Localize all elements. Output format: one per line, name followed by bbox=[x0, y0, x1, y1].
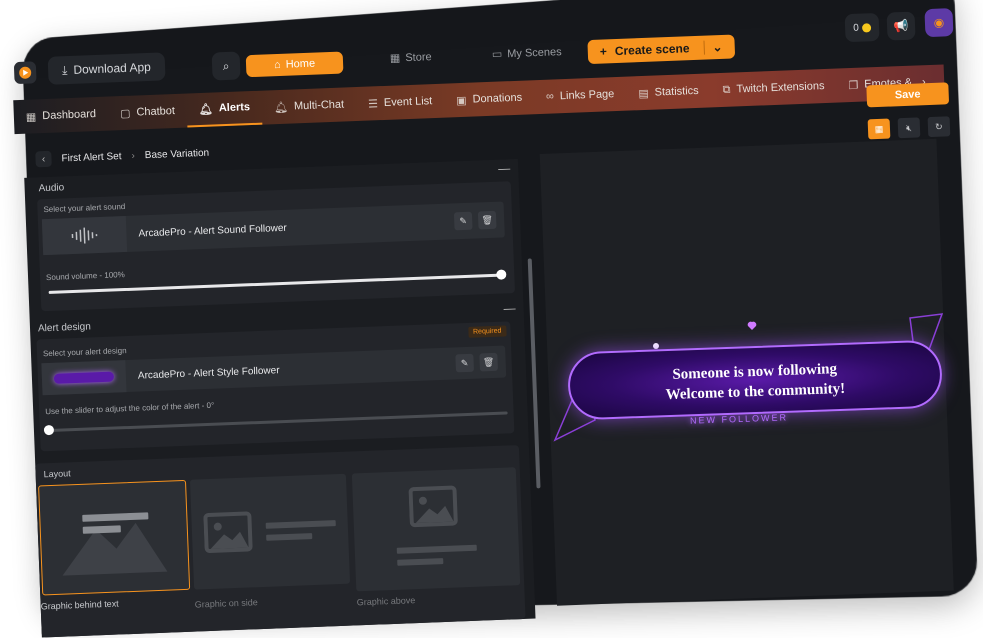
color-slider[interactable] bbox=[47, 411, 508, 433]
breadcrumb-parent[interactable]: First Alert Set bbox=[61, 151, 121, 164]
design-section-title: Alert design bbox=[37, 321, 92, 335]
folder-icon: ▭ bbox=[491, 48, 503, 61]
edit-sound-button[interactable]: ✎ bbox=[453, 211, 473, 231]
grid-icon: ▦ bbox=[874, 123, 884, 134]
layout-option-above[interactable] bbox=[351, 467, 521, 592]
image-icon bbox=[203, 511, 253, 553]
store-icon: ▦ bbox=[389, 52, 401, 65]
trash-icon: 🗑︎ bbox=[481, 214, 494, 225]
tab-alerts[interactable]: 🔔︎ Alerts bbox=[186, 90, 263, 128]
replay-button[interactable]: ↻ bbox=[927, 116, 951, 138]
chat-icon: ▢ bbox=[119, 107, 131, 120]
coin-icon bbox=[861, 22, 872, 33]
tab-twitch-extensions[interactable]: ⧉ Twitch Extensions bbox=[710, 69, 837, 108]
breadcrumb: ‹ First Alert Set › Base Variation bbox=[35, 145, 209, 168]
chevron-right-icon: › bbox=[131, 150, 136, 162]
pencil-icon: ✎ bbox=[460, 357, 469, 368]
avatar-icon: ◉ bbox=[933, 15, 945, 30]
create-scene-button[interactable]: + Create scene ⌄ bbox=[587, 34, 735, 65]
download-icon: ⤓ bbox=[61, 62, 68, 77]
tab-donations[interactable]: ▣ Donations bbox=[444, 80, 535, 117]
tab-multi-chat[interactable]: 🔔︎ Multi-Chat bbox=[261, 87, 356, 125]
plus-icon: + bbox=[599, 44, 608, 59]
stage: ⤓ Download App ⌕ ⌂ Home ▦ Store ▭ My Scenes… bbox=[0, 0, 983, 638]
copy-icon: ❐ bbox=[848, 79, 859, 92]
color-slider-handle[interactable] bbox=[43, 424, 55, 436]
tab-event-list[interactable]: ☰ Event List bbox=[355, 84, 444, 121]
search-button[interactable]: ⌕ bbox=[211, 51, 241, 81]
alert-preview: Someone is now following Welcome to the … bbox=[566, 339, 944, 421]
replay-icon: ↻ bbox=[934, 121, 943, 132]
mountain-icon bbox=[62, 522, 168, 576]
collapse-icon[interactable]: — bbox=[498, 161, 511, 175]
mute-button[interactable]: 🔇︎ bbox=[897, 117, 921, 139]
store-link[interactable]: ▦ Store bbox=[390, 50, 432, 65]
design-thumbnail bbox=[41, 360, 127, 396]
chart-icon: ▤ bbox=[638, 87, 649, 100]
pencil-icon: ✎ bbox=[459, 215, 468, 226]
coins-balance[interactable]: 0 bbox=[844, 12, 880, 43]
delete-sound-button[interactable]: 🗑︎ bbox=[477, 210, 497, 230]
download-app-button[interactable]: ⤓ Download App bbox=[47, 52, 166, 85]
scrollbar[interactable] bbox=[527, 258, 541, 489]
bell-icon: 🔔︎ bbox=[198, 103, 214, 116]
collapse-icon[interactable]: — bbox=[503, 301, 516, 315]
save-button[interactable]: Save bbox=[866, 82, 950, 108]
grid-icon: ▦ bbox=[25, 110, 37, 124]
home-icon: ⌂ bbox=[273, 58, 281, 72]
back-icon[interactable]: ‹ bbox=[35, 150, 52, 168]
puzzle-icon: ⧉ bbox=[722, 83, 731, 96]
audio-panel: Select your alert sound ArcadePro - Aler… bbox=[37, 181, 516, 312]
home-button[interactable]: ⌂ Home bbox=[245, 51, 344, 78]
required-badge: Required bbox=[467, 325, 507, 338]
search-icon: ⌕ bbox=[222, 58, 230, 73]
bell-icon: 🔔︎ bbox=[273, 101, 289, 114]
edit-design-button[interactable]: ✎ bbox=[455, 353, 475, 373]
tab-statistics[interactable]: ▤ Statistics bbox=[626, 73, 712, 110]
grid-view-button[interactable]: ▦ bbox=[867, 118, 891, 140]
list-icon: ☰ bbox=[367, 97, 379, 111]
sound-wave-icon bbox=[41, 215, 128, 256]
settings-panel: Audio — Select your alert sound ArcadePr… bbox=[24, 158, 536, 638]
design-panel: Select your alert design Required Arcade… bbox=[36, 321, 515, 452]
gift-icon: ▣ bbox=[455, 94, 467, 107]
mute-icon: 🔇︎ bbox=[905, 122, 912, 133]
delete-design-button[interactable]: 🗑︎ bbox=[479, 352, 498, 372]
announcements-button[interactable]: 📢 bbox=[886, 11, 916, 41]
layout-option-side[interactable] bbox=[189, 473, 351, 590]
layout-option-behind[interactable] bbox=[38, 479, 191, 596]
tab-dashboard[interactable]: ▦ Dashboard bbox=[13, 97, 108, 135]
volume-slider-handle[interactable] bbox=[496, 269, 507, 280]
tab-chatbot[interactable]: ▢ Chatbot bbox=[107, 94, 187, 131]
megaphone-icon: 📢 bbox=[893, 18, 909, 34]
audio-section-title: Audio bbox=[38, 182, 65, 195]
breadcrumb-current: Base Variation bbox=[144, 147, 210, 161]
layout-panel: Layout Graphic behind text Graphic on si… bbox=[35, 445, 526, 638]
user-avatar[interactable]: ◉ bbox=[924, 8, 954, 38]
link-icon: ∞ bbox=[545, 90, 555, 103]
preview-toolbar: ▦ 🔇︎ ↻ bbox=[867, 116, 951, 140]
tab-links-page[interactable]: ∞ Links Page bbox=[533, 77, 627, 115]
logo-icon bbox=[19, 66, 32, 79]
trash-icon: 🗑︎ bbox=[482, 356, 495, 367]
app-logo[interactable] bbox=[13, 61, 37, 85]
image-icon bbox=[408, 485, 458, 528]
my-scenes-link[interactable]: ▭ My Scenes bbox=[492, 45, 562, 61]
chevron-down-icon[interactable]: ⌄ bbox=[703, 39, 723, 55]
